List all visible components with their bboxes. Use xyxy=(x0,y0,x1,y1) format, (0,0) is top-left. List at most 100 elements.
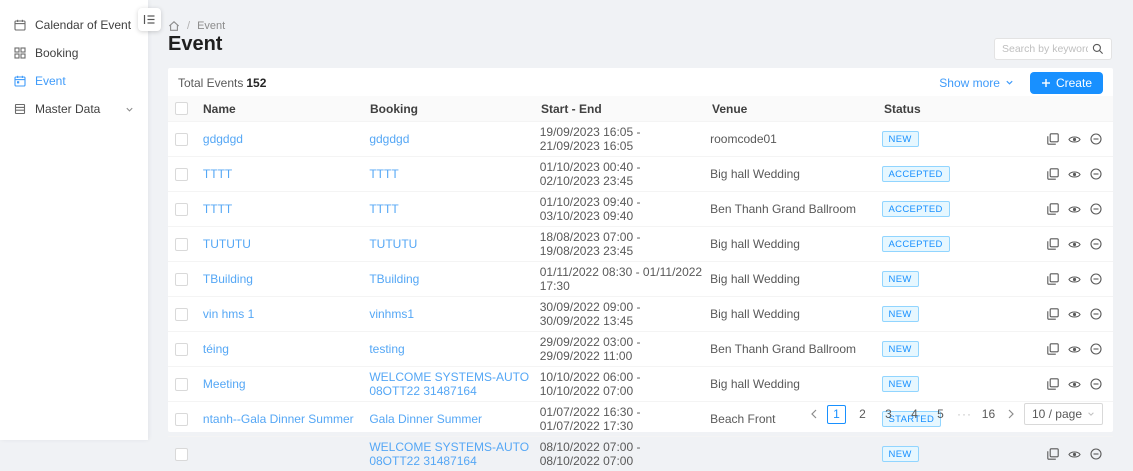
row-checkbox[interactable] xyxy=(175,168,188,181)
minus-circle-icon[interactable] xyxy=(1090,168,1102,181)
event-name-link[interactable]: TUTUTU xyxy=(203,237,251,251)
minus-circle-icon[interactable] xyxy=(1090,448,1102,461)
booking-link[interactable]: TBuilding xyxy=(369,272,419,286)
minus-circle-icon[interactable] xyxy=(1090,308,1102,321)
page-button-3[interactable]: 3 xyxy=(879,405,898,424)
sidebar-item-label: Event xyxy=(35,74,66,88)
select-all-checkbox[interactable] xyxy=(175,102,188,115)
status-badge: NEW xyxy=(882,376,919,392)
column-header-start-end[interactable]: Start - End xyxy=(541,102,712,116)
event-name-link[interactable]: ntanh--Gala Dinner Summer xyxy=(203,412,354,426)
sidebar-item-master-data[interactable]: Master Data xyxy=(0,95,148,123)
menu-fold-icon xyxy=(143,13,156,26)
page-ellipsis[interactable]: ··· xyxy=(957,407,972,421)
row-checkbox[interactable] xyxy=(175,238,188,251)
copy-icon[interactable] xyxy=(1047,273,1059,286)
minus-circle-icon[interactable] xyxy=(1090,273,1102,286)
create-button[interactable]: Create xyxy=(1030,72,1103,94)
eye-icon[interactable] xyxy=(1068,168,1081,181)
row-checkbox[interactable] xyxy=(175,343,188,356)
table-row: téing testing 29/09/2022 03:00 - 29/09/2… xyxy=(168,331,1113,366)
sidebar-item-event[interactable]: Event xyxy=(0,67,148,95)
event-name-link[interactable]: vin hms 1 xyxy=(203,307,254,321)
row-checkbox[interactable] xyxy=(175,308,188,321)
event-name-link[interactable]: gdgdgd xyxy=(203,132,243,146)
start-end-text: 01/07/2022 16:30 - 01/07/2022 17:30 xyxy=(540,405,710,433)
row-checkbox[interactable] xyxy=(175,273,188,286)
row-checkbox[interactable] xyxy=(175,203,188,216)
row-checkbox[interactable] xyxy=(175,133,188,146)
chevron-down-icon xyxy=(1005,78,1014,87)
booking-link[interactable]: TTTT xyxy=(369,202,398,216)
breadcrumb-current[interactable]: Event xyxy=(197,20,225,32)
booking-link[interactable]: gdgdgd xyxy=(369,132,409,146)
document-icon xyxy=(14,103,26,115)
home-icon[interactable] xyxy=(168,20,180,32)
status-badge: NEW xyxy=(882,306,919,322)
calendar-event-icon xyxy=(14,75,26,87)
page-button-2[interactable]: 2 xyxy=(853,405,872,424)
copy-icon[interactable] xyxy=(1047,168,1059,181)
minus-circle-icon[interactable] xyxy=(1090,238,1102,251)
eye-icon[interactable] xyxy=(1068,273,1081,286)
page-title: Event xyxy=(168,33,222,56)
copy-icon[interactable] xyxy=(1047,203,1059,216)
eye-icon[interactable] xyxy=(1068,133,1081,146)
breadcrumb-separator: / xyxy=(187,20,190,32)
copy-icon[interactable] xyxy=(1047,448,1059,461)
booking-link[interactable]: TUTUTU xyxy=(369,237,417,251)
page-button-5[interactable]: 5 xyxy=(931,405,950,424)
event-name-link[interactable]: Meeting xyxy=(203,377,246,391)
eye-icon[interactable] xyxy=(1068,378,1081,391)
copy-icon[interactable] xyxy=(1047,133,1059,146)
search-input[interactable] xyxy=(1002,43,1088,55)
sidebar-item-calendar-of-event[interactable]: Calendar of Event xyxy=(0,11,148,39)
minus-circle-icon[interactable] xyxy=(1090,133,1102,146)
table-row: TTTT TTTT 01/10/2023 00:40 - 02/10/2023 … xyxy=(168,156,1113,191)
search-icon[interactable] xyxy=(1092,43,1104,55)
booking-link[interactable]: WELCOME SYSTEMS-AUTO 08OTT22 31487164 xyxy=(369,370,531,398)
copy-icon[interactable] xyxy=(1047,343,1059,356)
column-header-status[interactable]: Status xyxy=(884,102,1050,116)
booking-link[interactable]: vinhms1 xyxy=(369,307,414,321)
start-end-text: 19/09/2023 16:05 - 21/09/2023 16:05 xyxy=(540,125,710,153)
booking-link[interactable]: Gala Dinner Summer xyxy=(369,412,482,426)
booking-link[interactable]: TTTT xyxy=(369,167,398,181)
event-name-link[interactable]: TTTT xyxy=(203,202,232,216)
event-name-link[interactable]: TBuilding xyxy=(203,272,253,286)
calendar-icon xyxy=(14,19,26,31)
page-button-1[interactable]: 1 xyxy=(827,405,846,424)
eye-icon[interactable] xyxy=(1068,343,1081,356)
copy-icon[interactable] xyxy=(1047,378,1059,391)
sidebar-item-booking[interactable]: Booking xyxy=(0,39,148,67)
minus-circle-icon[interactable] xyxy=(1090,203,1102,216)
venue-text: Big hall Wedding xyxy=(710,237,881,251)
eye-icon[interactable] xyxy=(1068,448,1081,461)
sidebar-collapse-button[interactable] xyxy=(138,8,161,31)
copy-icon[interactable] xyxy=(1047,308,1059,321)
column-header-name[interactable]: Name xyxy=(203,102,370,116)
minus-circle-icon[interactable] xyxy=(1090,378,1102,391)
copy-icon[interactable] xyxy=(1047,238,1059,251)
table-row: WELCOME SYSTEMS-AUTO 08OTT22 31487164 08… xyxy=(168,436,1113,471)
booking-link[interactable]: WELCOME SYSTEMS-AUTO 08OTT22 31487164 xyxy=(369,440,531,468)
prev-page-button[interactable] xyxy=(808,409,820,419)
booking-link[interactable]: testing xyxy=(369,342,404,356)
event-name-link[interactable]: TTTT xyxy=(203,167,232,181)
event-name-link[interactable]: téing xyxy=(203,342,229,356)
column-header-venue[interactable]: Venue xyxy=(712,102,884,116)
minus-circle-icon[interactable] xyxy=(1090,343,1102,356)
eye-icon[interactable] xyxy=(1068,203,1081,216)
eye-icon[interactable] xyxy=(1068,238,1081,251)
row-checkbox[interactable] xyxy=(175,413,188,426)
page-size-select[interactable]: 10 / page xyxy=(1024,403,1103,425)
column-header-booking[interactable]: Booking xyxy=(370,102,541,116)
show-more-link[interactable]: Show more xyxy=(939,76,1014,90)
page-button-4[interactable]: 4 xyxy=(905,405,924,424)
row-checkbox[interactable] xyxy=(175,378,188,391)
page-button-16[interactable]: 16 xyxy=(979,405,998,424)
status-badge: ACCEPTED xyxy=(882,236,950,252)
next-page-button[interactable] xyxy=(1005,409,1017,419)
eye-icon[interactable] xyxy=(1068,308,1081,321)
row-checkbox[interactable] xyxy=(175,448,188,461)
